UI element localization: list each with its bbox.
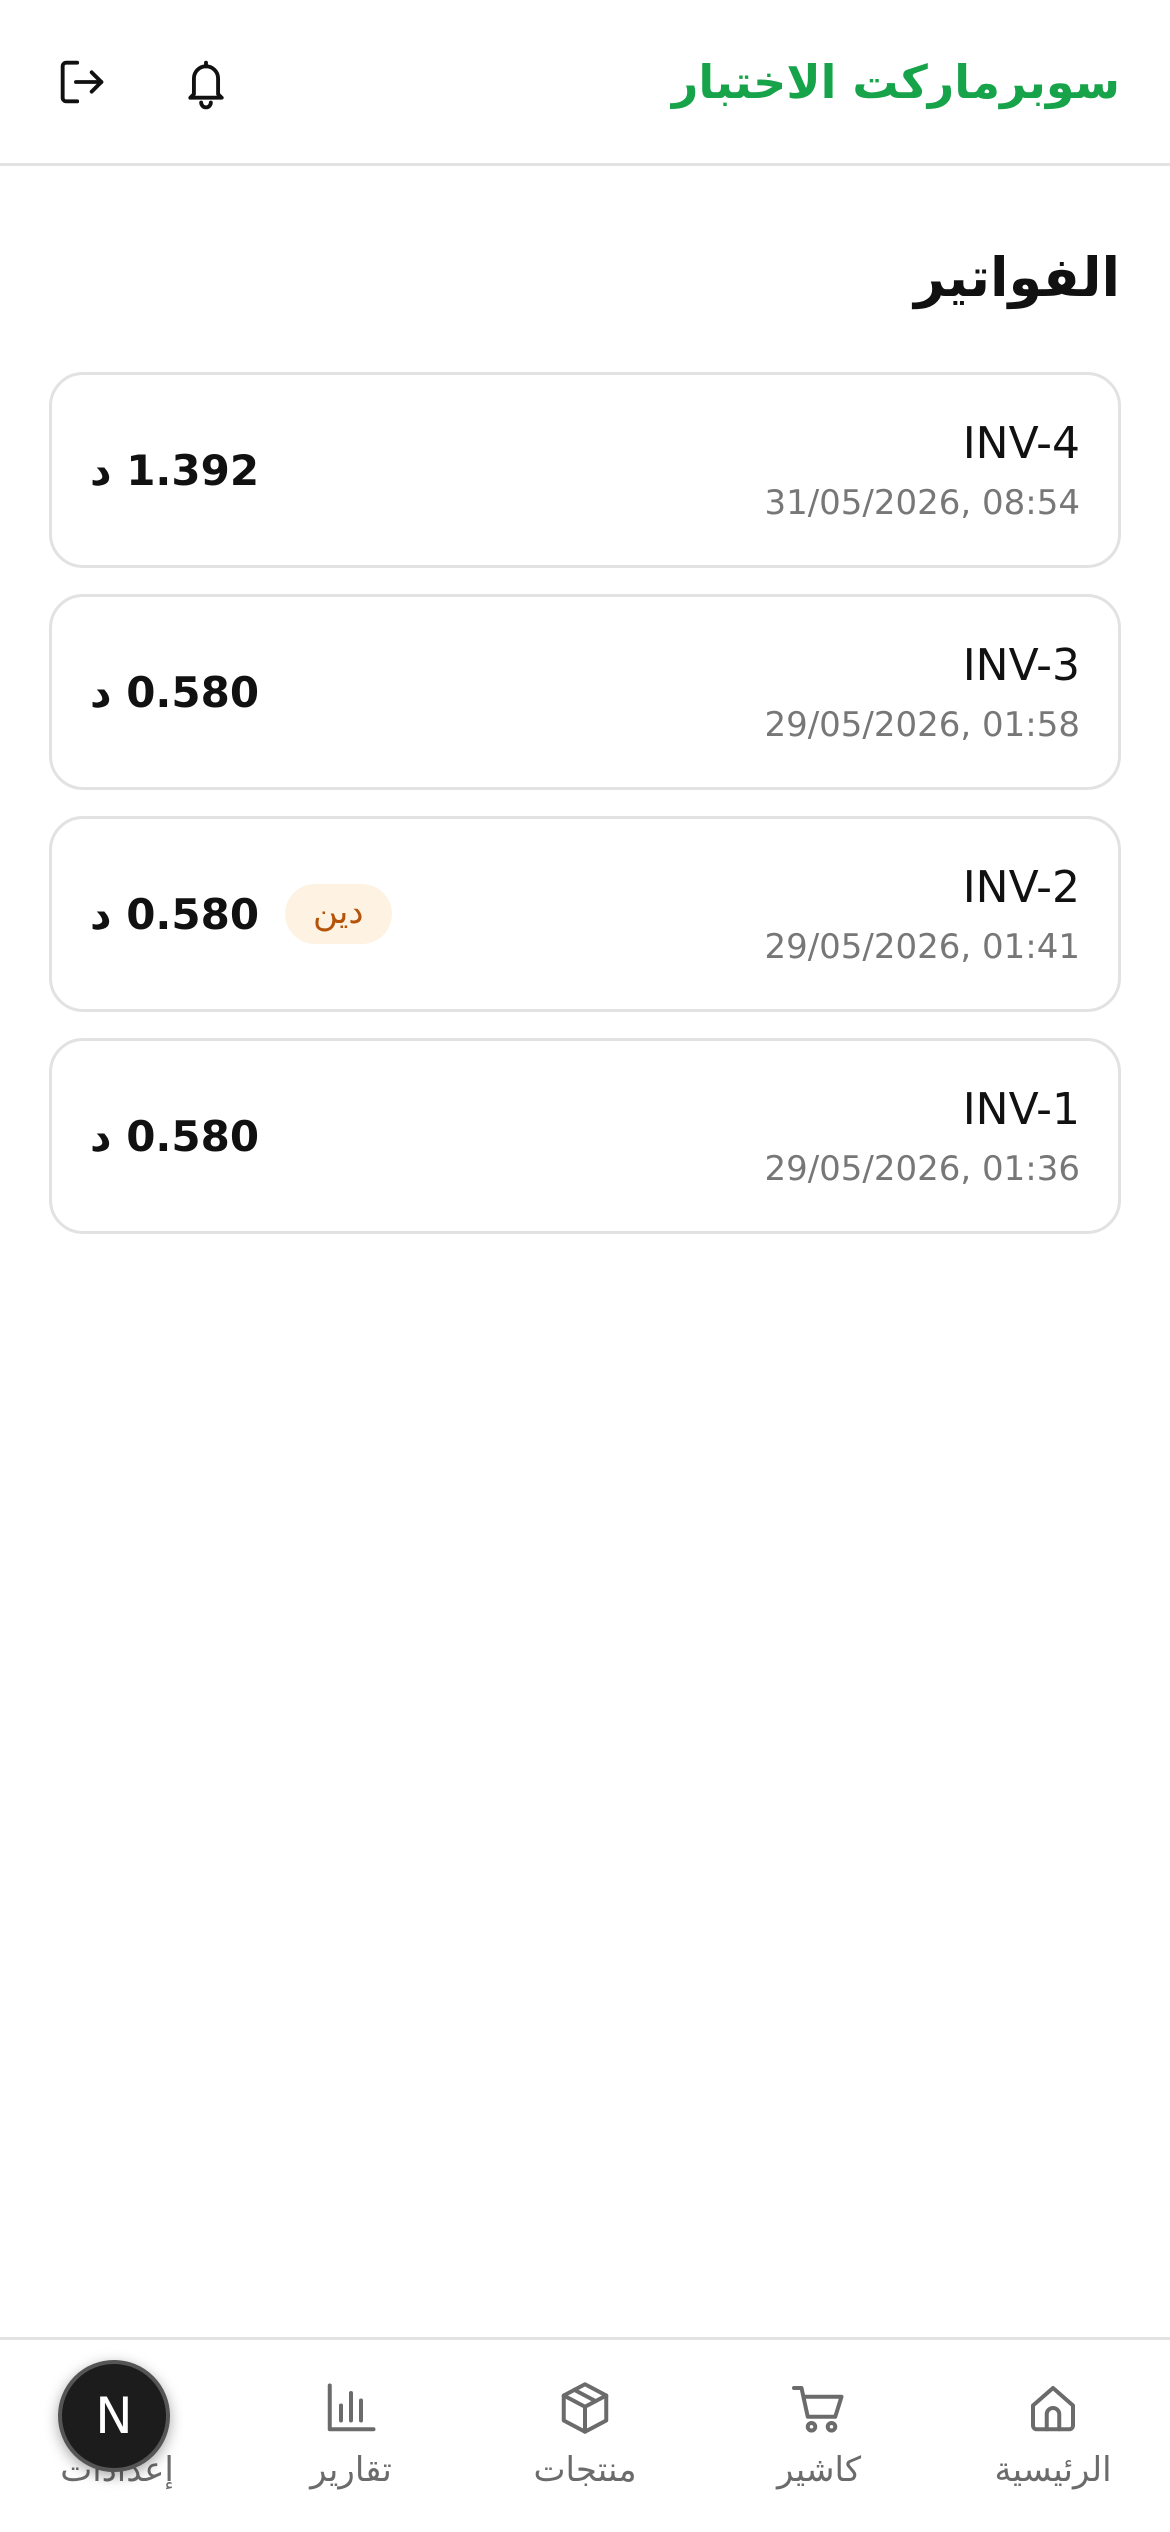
invoice-amount: 0.580 د	[90, 1111, 260, 1161]
cart-icon	[792, 2386, 844, 2433]
invoice-amount: 1.392 د	[90, 445, 260, 495]
bar-chart-icon	[327, 2383, 376, 2432]
invoice-card[interactable]: INV-3 29/05/2026, 01:58 0.580 د	[49, 594, 1121, 790]
bell-icon	[188, 60, 224, 109]
invoice-info: INV-4 31/05/2026, 08:54	[764, 418, 1080, 523]
invoice-date: 29/05/2026, 01:36	[764, 1148, 1080, 1189]
invoice-id: INV-4	[962, 417, 1080, 469]
nav-item-products[interactable]: منتجات	[468, 2340, 702, 2490]
nav-item-cashier[interactable]: كاشير	[702, 2340, 936, 2490]
invoice-meta: 1.392 د	[90, 446, 259, 495]
invoice-info: INV-3 29/05/2026, 01:58	[764, 640, 1080, 745]
invoice-id: INV-1	[962, 1083, 1080, 1135]
box-icon	[561, 2382, 609, 2434]
invoice-meta: 0.580 د	[90, 668, 259, 717]
logout-icon	[60, 60, 104, 103]
header-actions	[50, 50, 238, 114]
invoice-card[interactable]: INV-2 29/05/2026, 01:41 دين 0.580 د	[49, 816, 1121, 1012]
invoice-date: 29/05/2026, 01:58	[764, 704, 1080, 745]
invoice-card[interactable]: INV-4 31/05/2026, 08:54 1.392 د	[49, 372, 1121, 568]
invoice-id: INV-2	[962, 861, 1080, 913]
nav-item-reports[interactable]: تقارير	[234, 2340, 468, 2490]
nav-label: كاشير	[776, 2450, 862, 2490]
top-header: سوبرماركت الاختبار	[0, 0, 1170, 166]
invoice-list: INV-4 31/05/2026, 08:54 1.392 د INV-3 29…	[49, 372, 1121, 1234]
page-title: الفواتير	[914, 246, 1120, 309]
nav-label: تقارير	[310, 2450, 392, 2490]
dev-tools-badge[interactable]: N	[58, 2360, 170, 2472]
invoice-id: INV-3	[962, 639, 1080, 691]
logout-button[interactable]	[50, 50, 114, 114]
notifications-button[interactable]	[174, 50, 238, 114]
debt-badge: دين	[285, 884, 392, 944]
nav-label: الرئيسية	[994, 2450, 1112, 2490]
bottom-nav: الرئيسية كاشير منتجات تقارير	[0, 2337, 1170, 2532]
home-icon	[1031, 2386, 1075, 2432]
invoice-date: 29/05/2026, 01:41	[764, 926, 1080, 967]
app-title: سوبرماركت الاختبار	[671, 54, 1120, 109]
invoice-info: INV-2 29/05/2026, 01:41	[764, 862, 1080, 967]
nav-item-home[interactable]: الرئيسية	[936, 2340, 1170, 2490]
invoice-meta: 0.580 د	[90, 1112, 259, 1161]
invoice-amount: 0.580 د	[90, 889, 260, 939]
invoice-card[interactable]: INV-1 29/05/2026, 01:36 0.580 د	[49, 1038, 1121, 1234]
invoice-date: 31/05/2026, 08:54	[764, 482, 1080, 523]
nav-label: منتجات	[533, 2450, 637, 2490]
invoice-amount: 0.580 د	[90, 667, 260, 717]
invoices-page: سوبرماركت الاختبار الفواتير INV-4 31/05/…	[0, 0, 1170, 2532]
invoice-info: INV-1 29/05/2026, 01:36	[764, 1084, 1080, 1189]
invoice-meta: دين 0.580 د	[90, 884, 392, 944]
